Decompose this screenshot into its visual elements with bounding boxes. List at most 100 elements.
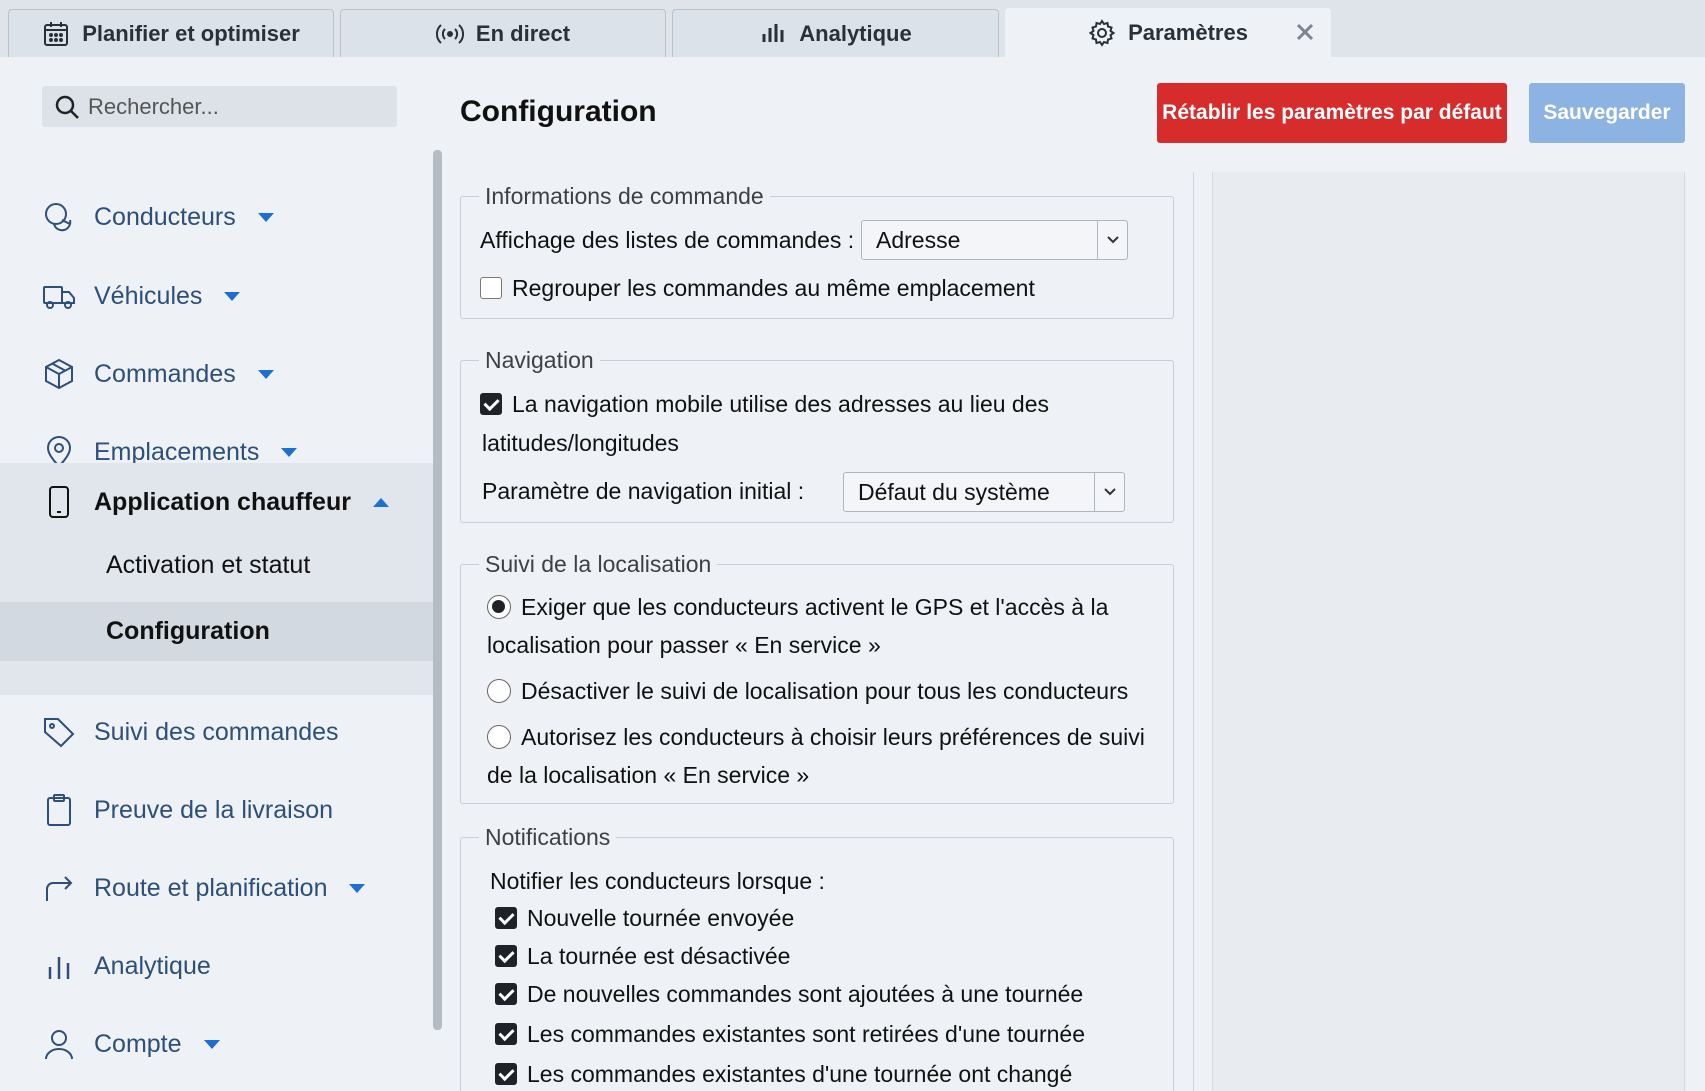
driver-choice-radio[interactable]	[487, 725, 511, 749]
mobile-navigation-checkbox[interactable]	[480, 393, 502, 415]
notification-checkbox[interactable]	[495, 907, 517, 929]
notification-item[interactable]: La tournée est désactivée	[495, 937, 790, 975]
save-button[interactable]: Sauvegarder	[1529, 83, 1685, 143]
tab-label: Analytique	[799, 20, 912, 46]
notification-item[interactable]: Nouvelle tournée envoyée	[495, 899, 794, 937]
phone-icon	[49, 486, 69, 518]
search-icon	[55, 95, 79, 119]
close-icon[interactable]	[1294, 21, 1316, 43]
disable-tracking-label: Désactiver le suivi de localisation pour…	[521, 678, 1129, 704]
tab-label: En direct	[475, 20, 571, 46]
caret-up-icon	[372, 497, 389, 507]
notification-label: Les commandes existantes d'une tournée o…	[527, 1061, 1073, 1087]
order-display-select[interactable]: Adresse	[861, 220, 1128, 260]
initial-navigation-value: Défaut du système	[858, 478, 1050, 505]
notification-item[interactable]: Les commandes existantes d'une tournée o…	[495, 1055, 1072, 1091]
order-display-label: Affichage des listes de commandes :	[480, 221, 854, 259]
tab-bar: Planifier et optimiser En direct Analyti…	[0, 0, 1705, 57]
disable-tracking-radio[interactable]	[487, 679, 511, 703]
notification-checkbox[interactable]	[495, 1063, 517, 1085]
sidebar-item-drivers[interactable]: Conducteurs	[0, 187, 433, 247]
notification-checkbox[interactable]	[495, 983, 517, 1005]
group-orders-row[interactable]: Regrouper les commandes au même emplacem…	[480, 269, 1035, 307]
tab-analytics[interactable]: Analytique	[672, 9, 999, 57]
mobile-navigation-label-cont: latitudes/longitudes	[482, 430, 679, 456]
sidebar-scrollbar[interactable]	[433, 150, 442, 1030]
sidebar-item-label: Suivi des commandes	[94, 717, 339, 746]
sidebar-item-orders[interactable]: Commandes	[0, 344, 433, 404]
tag-icon	[44, 718, 75, 748]
sidebar-item-label: Analytique	[94, 951, 211, 980]
order-display-value: Adresse	[876, 226, 961, 253]
tab-plan-optimize[interactable]: Planifier et optimiser	[8, 9, 334, 57]
section-legend: Suivi de la localisation	[485, 551, 712, 577]
sidebar-item-label: Preuve de la livraison	[94, 795, 334, 824]
tracking-option-driver-choice[interactable]: Autorisez les conducteurs à choisir leur…	[487, 718, 1145, 756]
notifications-intro-text: Notifier les conducteurs lorsque :	[490, 868, 825, 894]
group-orders-checkbox[interactable]	[480, 277, 502, 299]
notification-label: De nouvelles commandes sont ajoutées à u…	[527, 981, 1084, 1007]
package-icon	[45, 358, 73, 390]
search-input[interactable]	[88, 93, 388, 120]
sidebar-item-route-planning[interactable]: Route et planification	[0, 858, 433, 918]
sidebar-item-order-tracking[interactable]: Suivi des commandes	[0, 702, 433, 762]
page-title: Configuration	[460, 95, 657, 128]
caret-down-icon	[257, 369, 274, 379]
notification-label: Les commandes existantes sont retirées d…	[527, 1021, 1085, 1047]
sidebar-item-label: Conducteurs	[94, 202, 236, 231]
initial-navigation-select[interactable]: Défaut du système	[843, 472, 1125, 512]
caret-down-icon	[281, 447, 298, 457]
initial-navigation-label-text: Paramètre de navigation initial :	[482, 478, 805, 504]
sidebar-subitem-activation-status[interactable]: Activation et statut	[0, 537, 433, 594]
sidebar-subitem-label: Configuration	[106, 617, 270, 645]
right-side-panel	[1212, 172, 1685, 1091]
mobile-navigation-row[interactable]: La navigation mobile utilise des adresse…	[480, 385, 1049, 423]
sidebar-item-analytics[interactable]: Analytique	[0, 936, 433, 996]
drivers-icon	[45, 203, 72, 232]
route-arrow-icon	[46, 876, 73, 901]
tab-live[interactable]: En direct	[340, 9, 666, 57]
notification-label: Nouvelle tournée envoyée	[527, 905, 795, 931]
notification-item[interactable]: Les commandes existantes sont retirées d…	[495, 1015, 1085, 1053]
search-box[interactable]	[42, 86, 397, 127]
driver-choice-label: Autorisez les conducteurs à choisir leur…	[521, 724, 1145, 750]
initial-navigation-label: Paramètre de navigation initial :	[482, 472, 804, 510]
require-gps-radio[interactable]	[487, 595, 511, 619]
sidebar-item-label: Route et planification	[94, 873, 328, 902]
section-legend: Informations de commande	[485, 183, 764, 209]
sidebar: Conducteurs Véhicules Commandes Emplacem…	[0, 57, 433, 1091]
tracking-option-require-gps[interactable]: Exiger que les conducteurs activent le G…	[487, 588, 1108, 626]
sidebar-item-label: Application chauffeur	[94, 487, 351, 516]
sidebar-item-proof-of-delivery[interactable]: Preuve de la livraison	[0, 780, 433, 840]
broadcast-icon	[435, 23, 464, 44]
require-gps-label: Exiger que les conducteurs activent le G…	[521, 594, 1109, 620]
clipboard-icon	[47, 794, 71, 826]
caret-down-icon	[349, 883, 366, 893]
order-display-label-text: Affichage des listes de commandes :	[480, 227, 855, 253]
calendar-icon	[44, 21, 69, 46]
notifications-intro: Notifier les conducteurs lorsque :	[490, 862, 825, 900]
sidebar-item-account[interactable]: Compte	[0, 1014, 433, 1074]
driver-choice-label-cont: de la localisation « En service »	[487, 762, 810, 788]
caret-down-icon	[203, 1039, 220, 1049]
sidebar-item-vehicles[interactable]: Véhicules	[0, 266, 433, 326]
notification-item[interactable]: De nouvelles commandes sont ajoutées à u…	[495, 975, 1083, 1013]
truck-icon	[43, 286, 75, 309]
tab-settings[interactable]: Paramètres	[1005, 8, 1331, 57]
sidebar-subitem-label: Activation et statut	[106, 551, 311, 579]
caret-down-icon	[224, 291, 241, 301]
chevron-down-icon	[1094, 473, 1124, 511]
tracking-option-disable[interactable]: Désactiver le suivi de localisation pour…	[487, 672, 1128, 710]
notification-checkbox[interactable]	[495, 945, 517, 967]
reset-defaults-button[interactable]: Rétablir les paramètres par défaut	[1157, 83, 1507, 143]
bar-chart-icon	[48, 957, 70, 979]
chevron-down-icon	[1097, 221, 1127, 259]
group-orders-label: Regrouper les commandes au même emplacem…	[512, 275, 1035, 301]
notification-checkbox[interactable]	[495, 1023, 517, 1045]
sidebar-item-label: Commandes	[94, 359, 236, 388]
sidebar-item-driver-app[interactable]: Application chauffeur	[0, 472, 433, 532]
sidebar-subitem-configuration[interactable]: Configuration	[0, 602, 433, 661]
gear-icon	[1088, 19, 1116, 47]
section-legend: Navigation	[485, 347, 594, 373]
sidebar-group-driver-app: Application chauffeur Activation et stat…	[0, 463, 433, 695]
